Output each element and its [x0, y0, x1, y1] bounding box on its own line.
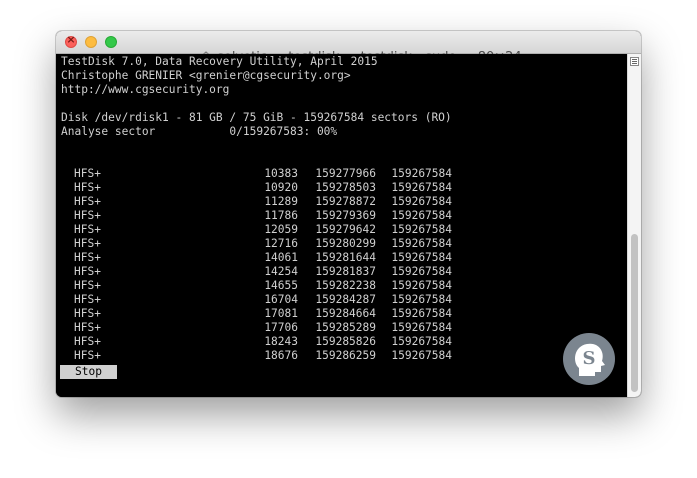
partition-start-sector: 16704 — [264, 293, 298, 306]
partition-size-sectors: 159267584 — [391, 265, 452, 278]
partition-start-sector: 12059 — [264, 223, 298, 236]
partition-end-sector: 159279369 — [315, 209, 376, 222]
partition-end-sector: 159278872 — [315, 195, 376, 208]
terminal-window: solvetic — testdisk — testdisk ‹ sudo — … — [56, 31, 641, 397]
partition-start-sector: 11786 — [264, 209, 298, 222]
partition-end-sector: 159278503 — [315, 181, 376, 194]
partition-size-sectors: 159267584 — [391, 279, 452, 292]
scrollbar-thumb[interactable] — [631, 234, 638, 392]
svg-text:S: S — [583, 348, 596, 369]
partition-start-sector: 18243 — [264, 335, 298, 348]
partition-end-sector: 159281837 — [315, 265, 376, 278]
partition-size-sectors: 159267584 — [391, 195, 452, 208]
partition-size-sectors: 159267584 — [391, 307, 452, 320]
partition-size-sectors: 159267584 — [391, 349, 452, 362]
partition-fs-type: HFS+ — [74, 279, 101, 292]
scrollbar[interactable] — [627, 54, 641, 397]
terminal-content[interactable]: TestDisk 7.0, Data Recovery Utility, Apr… — [56, 54, 627, 397]
partition-fs-type: HFS+ — [74, 195, 101, 208]
header-line-3: http://www.cgsecurity.org — [61, 83, 230, 96]
partition-start-sector: 14254 — [264, 265, 298, 278]
partition-end-sector: 159284287 — [315, 293, 376, 306]
partition-size-sectors: 159267584 — [391, 223, 452, 236]
partition-size-sectors: 159267584 — [391, 293, 452, 306]
partition-size-sectors: 159267584 — [391, 321, 452, 334]
partition-start-sector: 12716 — [264, 237, 298, 250]
partition-end-sector: 159285826 — [315, 335, 376, 348]
partition-end-sector: 159280299 — [315, 237, 376, 250]
partition-fs-type: HFS+ — [74, 209, 101, 222]
partition-fs-type: HFS+ — [74, 265, 101, 278]
partition-start-sector: 11289 — [264, 195, 298, 208]
partition-fs-type: HFS+ — [74, 321, 101, 334]
partition-start-sector: 17081 — [264, 307, 298, 320]
partition-fs-type: HFS+ — [74, 293, 101, 306]
solvetic-logo-icon: S — [563, 333, 615, 385]
partition-fs-type: HFS+ — [74, 349, 101, 362]
stop-button[interactable]: Stop — [60, 365, 117, 379]
partition-fs-type: HFS+ — [74, 307, 101, 320]
partition-fs-type: HFS+ — [74, 167, 101, 180]
partition-start-sector: 14061 — [264, 251, 298, 264]
partition-size-sectors: 159267584 — [391, 237, 452, 250]
partition-fs-type: HFS+ — [74, 237, 101, 250]
partition-start-sector: 17706 — [264, 321, 298, 334]
terminal-menu-icon[interactable] — [630, 57, 639, 66]
partition-size-sectors: 159267584 — [391, 335, 452, 348]
partition-end-sector: 159285289 — [315, 321, 376, 334]
partition-size-sectors: 159267584 — [391, 167, 452, 180]
partition-fs-type: HFS+ — [74, 181, 101, 194]
partition-end-sector: 159286259 — [315, 349, 376, 362]
partition-end-sector: 159284664 — [315, 307, 376, 320]
header-line-1: TestDisk 7.0, Data Recovery Utility, Apr… — [61, 55, 378, 68]
partition-fs-type: HFS+ — [74, 223, 101, 236]
partition-start-sector: 18676 — [264, 349, 298, 362]
header-line-2: Christophe GRENIER <grenier@cgsecurity.o… — [61, 69, 351, 82]
analyse-status-line: Analyse sector 0/159267583: 00% — [61, 125, 338, 138]
partition-end-sector: 159277966 — [315, 167, 376, 180]
partition-start-sector: 10383 — [264, 167, 298, 180]
partition-size-sectors: 159267584 — [391, 209, 452, 222]
partition-end-sector: 159279642 — [315, 223, 376, 236]
partition-size-sectors: 159267584 — [391, 181, 452, 194]
partition-end-sector: 159281644 — [315, 251, 376, 264]
partition-fs-type: HFS+ — [74, 251, 101, 264]
partition-fs-type: HFS+ — [74, 335, 101, 348]
partition-size-sectors: 159267584 — [391, 251, 452, 264]
disk-info-line: Disk /dev/rdisk1 - 81 GB / 75 GiB - 1592… — [61, 111, 452, 124]
partition-start-sector: 14655 — [264, 279, 298, 292]
partition-start-sector: 10920 — [264, 181, 298, 194]
title-bar[interactable]: solvetic — testdisk — testdisk ‹ sudo — … — [56, 31, 641, 65]
partition-end-sector: 159282238 — [315, 279, 376, 292]
